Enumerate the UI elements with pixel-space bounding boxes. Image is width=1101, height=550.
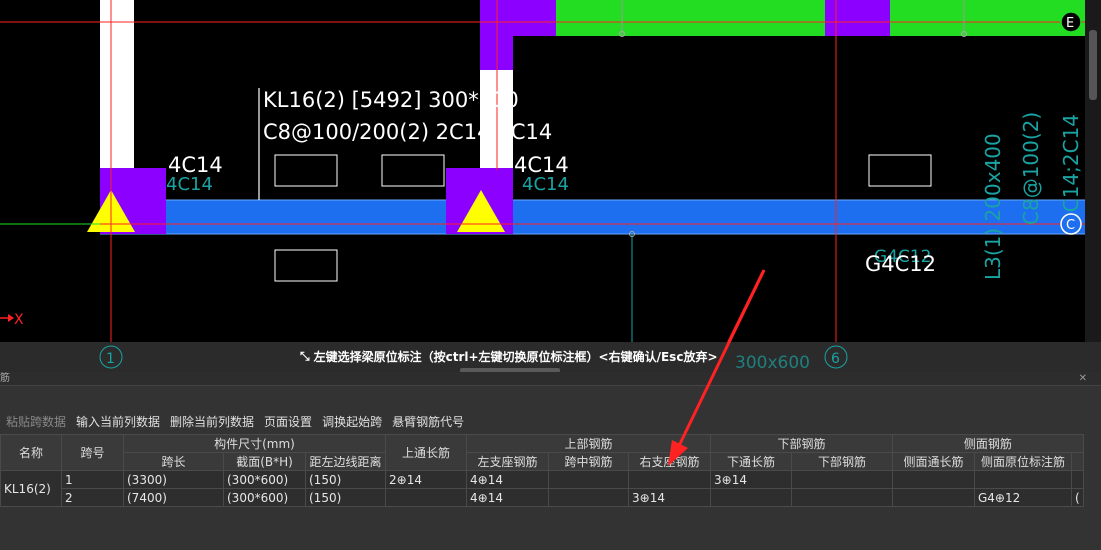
cell-bot-rebar[interactable] — [791, 470, 893, 489]
side-rebar-label[interactable]: G4C12 — [865, 252, 936, 276]
col-header-bot-through: 下通长筋 — [710, 452, 792, 471]
cell-span-no[interactable]: 1 — [61, 470, 124, 489]
cad-scrollbar-thumb[interactable] — [1089, 30, 1097, 100]
vertical-label-3: 2C14;2C14 — [1059, 114, 1083, 225]
cell-side-through[interactable] — [892, 488, 975, 507]
cell-section[interactable]: (300*600) — [223, 488, 306, 507]
close-icon[interactable]: ✕ — [1079, 372, 1087, 386]
cell-top-through[interactable] — [385, 488, 467, 507]
column-top-right[interactable] — [825, 0, 890, 36]
slab-top-right[interactable] — [890, 0, 1085, 36]
cell-span-len[interactable]: (3300) — [123, 470, 224, 489]
paste-span-data-button[interactable]: 粘贴跨数据 — [0, 413, 70, 430]
cell-top-left[interactable]: 4⊕14 — [466, 470, 549, 489]
cell-extra[interactable]: ( — [1071, 488, 1084, 507]
bottom-ghost-label: 300x600 — [735, 353, 810, 372]
page-setup-button[interactable]: 页面设置 — [258, 413, 316, 430]
axis-label-E: E — [1066, 16, 1074, 31]
cell-name[interactable]: KL16(2) — [0, 470, 62, 507]
col-header-size-group: 构件尺寸(mm) — [123, 434, 386, 453]
cell-bot-rebar[interactable] — [791, 488, 893, 507]
col-header-top-right: 右支座钢筋 — [628, 452, 711, 471]
delete-current-column-button[interactable]: 删除当前列数据 — [164, 413, 258, 430]
x-axis-label: X — [14, 312, 24, 328]
cell-top-mid[interactable] — [548, 488, 629, 507]
table-row[interactable]: KL16(2) 1 (3300) (300*600) (150) 2⊕14 4⊕… — [0, 470, 1084, 507]
col-header-span-no: 跨号 — [61, 434, 124, 471]
col-header-span-len: 跨长 — [123, 452, 224, 471]
swap-start-span-button[interactable]: 调换起始跨 — [316, 413, 386, 430]
cell-top-mid[interactable] — [548, 470, 629, 489]
column-top-mid[interactable] — [480, 0, 556, 36]
support-rebar-left[interactable]: 4C14 — [168, 153, 223, 177]
col-header-left-dist: 距左边线距离 — [305, 452, 386, 471]
cell-section[interactable]: (300*600) — [223, 470, 306, 489]
col-header-top-through: 上通长筋 — [385, 434, 467, 471]
col-header-bottom-group: 下部钢筋 — [710, 434, 893, 453]
col-header-top-mid: 跨中钢筋 — [548, 452, 629, 471]
slab-top[interactable] — [556, 0, 826, 36]
cell-side-through[interactable] — [892, 470, 975, 489]
cell-bot-through[interactable]: 3⊕14 — [710, 470, 792, 489]
col-header-name: 名称 — [0, 434, 62, 471]
span-rebar-table: 名称 跨号 构件尺寸(mm) 上通长筋 上部钢筋 下部钢筋 侧面钢筋 跨长 截面… — [0, 434, 1084, 507]
cad-vertical-scrollbar[interactable] — [1085, 0, 1101, 342]
cell-top-left[interactable]: 4⊕14 — [466, 488, 549, 507]
cell-top-right[interactable] — [628, 470, 711, 489]
collapse-arrows-icon: ⤡ — [300, 348, 310, 363]
cell-top-right[interactable]: 3⊕14 — [628, 488, 711, 507]
cell-side-orig[interactable] — [974, 470, 1072, 489]
cantilever-rebar-code-button[interactable]: 悬臂钢筋代号 — [386, 413, 468, 430]
cell-span-len[interactable]: (7400) — [123, 488, 224, 507]
col-header-side-orig: 侧面原位标注筋 — [974, 452, 1072, 471]
cell-top-through[interactable]: 2⊕14 — [385, 470, 467, 489]
cell-side-orig[interactable]: G4⊕12 — [974, 488, 1072, 507]
cell-left-dist[interactable]: (150) — [305, 488, 386, 507]
col-header-side-through: 侧面通长筋 — [892, 452, 975, 471]
col-header-top-group: 上部钢筋 — [466, 434, 711, 453]
vertical-label-1: L3(1) 200x400 — [981, 133, 1005, 280]
support-rebar-mid[interactable]: 4C14 — [514, 153, 569, 177]
cad-drawing-canvas[interactable]: KL16(2) [5492] 300*600 C8@100/200(2) 2C1… — [0, 0, 1085, 342]
panel-toolbar: 粘贴跨数据 输入当前列数据 删除当前列数据 页面设置 调换起始跨 悬臂钢筋代号 — [0, 410, 468, 432]
axis-label-6: 6 — [831, 351, 840, 367]
col-header-bot-rebar: 下部钢筋 — [791, 452, 893, 471]
table-row[interactable]: 2 (7400) (300*600) (150) 4⊕14 3⊕14 G4⊕12… — [1, 488, 1084, 507]
col-header-top-left: 左支座钢筋 — [466, 452, 549, 471]
cell-span-no[interactable]: 2 — [61, 488, 124, 507]
cell-bot-through[interactable] — [710, 488, 792, 507]
col-header-side-group: 侧面钢筋 — [892, 434, 1084, 453]
panel-header: 筋 ✕ — [0, 372, 1101, 386]
vertical-label-2: C8@100(2) — [1019, 112, 1043, 225]
col-header-extra — [1071, 452, 1084, 471]
axis-label-C: C — [1066, 218, 1075, 233]
cell-left-dist[interactable]: (150) — [305, 470, 386, 489]
beam-kl16[interactable] — [100, 200, 1085, 234]
input-current-column-button[interactable]: 输入当前列数据 — [70, 413, 164, 430]
status-message-text: 左键选择梁原位标注（按ctrl+左键切换原位标注框）<右键确认/Esc放弃> — [313, 349, 718, 364]
axis-label-1: 1 — [106, 351, 115, 367]
status-message: ⤡ 左键选择梁原位标注（按ctrl+左键切换原位标注框）<右键确认/Esc放弃> — [300, 348, 718, 364]
col-header-section: 截面(B*H) — [223, 452, 306, 471]
panel-title: 筋 — [0, 373, 10, 384]
support-rebar-mid-ghost: 4C14 — [522, 174, 569, 195]
support-rebar-left-ghost: 4C14 — [166, 174, 213, 195]
beam-label-line1[interactable]: KL16(2) [5492] 300*600 — [263, 88, 519, 112]
beam-label-line2[interactable]: C8@100/200(2) 2C14;3C14 — [263, 120, 552, 144]
cell-extra[interactable] — [1071, 470, 1084, 489]
span-rebar-panel: 筋 ✕ 粘贴跨数据 输入当前列数据 删除当前列数据 页面设置 调换起始跨 悬臂钢… — [0, 372, 1101, 550]
